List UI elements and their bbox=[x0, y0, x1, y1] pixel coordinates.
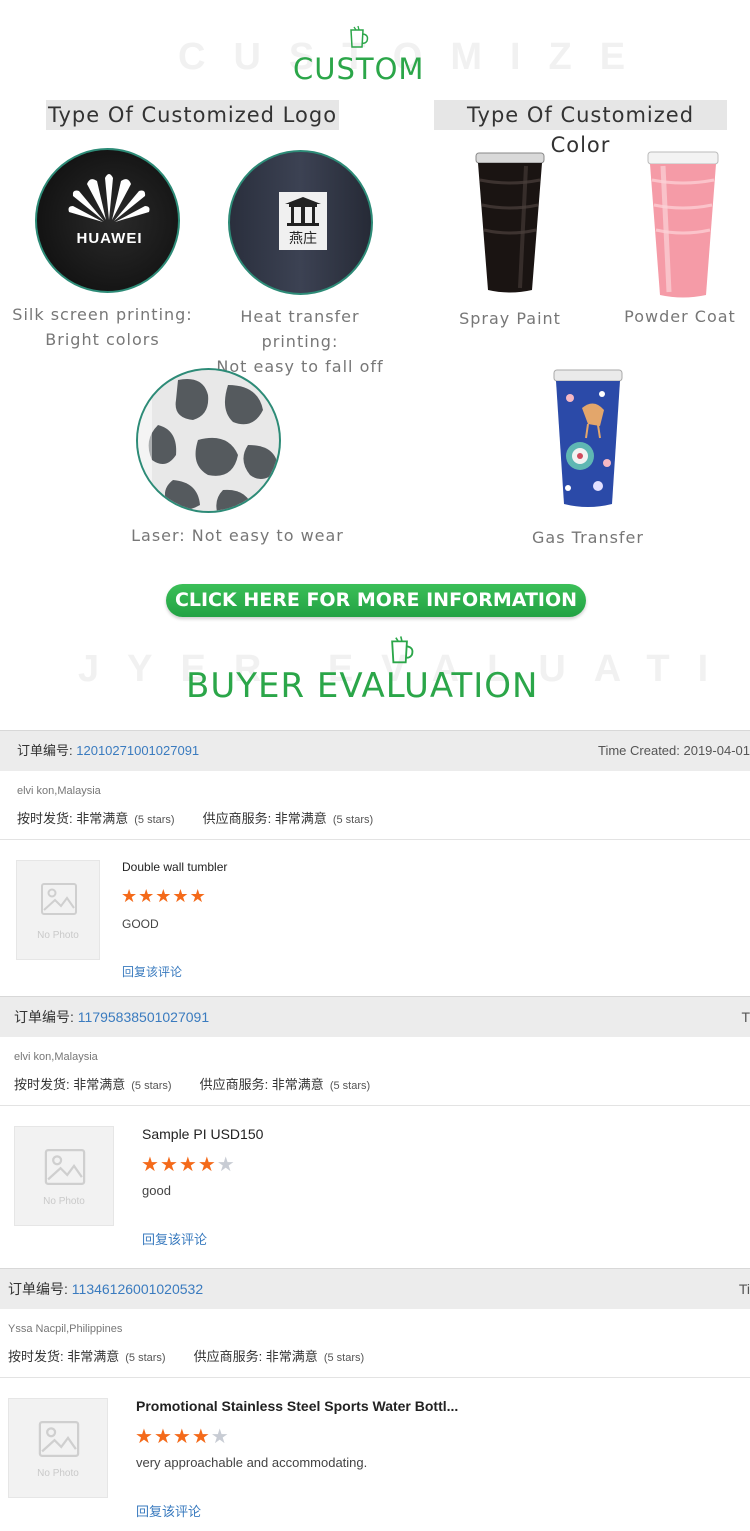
star-filled-icon: ★ bbox=[178, 1154, 198, 1176]
silk-screen-caption: Silk screen printing: Bright colors bbox=[10, 302, 195, 352]
silk-screen-caption-line2: Bright colors bbox=[45, 330, 160, 349]
buyer-name: elvi kon,Malaysia bbox=[14, 1051, 98, 1063]
star-filled-icon: ★ bbox=[159, 1154, 179, 1176]
buyer-evaluation-title: BUYER EVALUATION bbox=[186, 666, 539, 706]
star-filled-icon: ★ bbox=[172, 886, 190, 906]
huawei-logo-icon bbox=[68, 174, 150, 222]
star-empty-icon: ★ bbox=[216, 1154, 236, 1176]
delivery-rating-stars: (5 stars) bbox=[125, 1352, 166, 1364]
silk-screen-sample-image: HUAWEI bbox=[35, 148, 180, 293]
star-filled-icon: ★ bbox=[197, 1154, 217, 1176]
order-label: 订单编号: bbox=[17, 743, 73, 758]
review-header-3: 订单编号: 11346126001020532 Ti bbox=[0, 1268, 750, 1309]
product-title[interactable]: Sample PI USD150 bbox=[142, 1126, 263, 1142]
pavilion-icon bbox=[285, 197, 321, 226]
delivery-rating-stars: (5 stars) bbox=[134, 814, 175, 826]
no-photo-text: No Photo bbox=[37, 930, 79, 941]
more-info-button[interactable]: CLICK HERE FOR MORE INFORMATION bbox=[166, 584, 586, 617]
black-tumbler-image bbox=[475, 152, 545, 293]
delivery-rating-label: 按时发货: 非常满意 bbox=[8, 1349, 120, 1364]
product-photo-placeholder: No Photo bbox=[14, 1126, 114, 1226]
star-filled-icon: ★ bbox=[191, 1426, 211, 1448]
custom-title: CUSTOM bbox=[293, 52, 425, 86]
supplier-ratings: 按时发货: 非常满意 (5 stars) 供应商服务: 非常满意 (5 stars) bbox=[8, 1346, 392, 1365]
supplier-ratings: 按时发货: 非常满意 (5 stars) 供应商服务: 非常满意 (5 stars) bbox=[14, 1074, 398, 1093]
rating-stars: ★★★★★ bbox=[135, 1424, 230, 1449]
product-title[interactable]: Double wall tumbler bbox=[122, 860, 227, 874]
reply-link[interactable]: 回复该评论 bbox=[136, 1501, 201, 1520]
color-type-label: Type Of Customized Color bbox=[434, 100, 727, 157]
star-filled-icon: ★ bbox=[135, 1426, 154, 1448]
rating-stars: ★★★★★ bbox=[121, 886, 207, 907]
order-number-link[interactable]: 12010271001027091 bbox=[76, 743, 199, 758]
laser-caption: Laser: Not easy to wear bbox=[131, 526, 344, 545]
silk-screen-caption-line1: Silk screen printing: bbox=[12, 305, 193, 324]
star-filled-icon: ★ bbox=[189, 886, 207, 906]
heat-transfer-caption: Heat transfer printing: Not easy to fall… bbox=[200, 304, 400, 379]
product-photo-placeholder: No Photo bbox=[16, 860, 100, 960]
service-rating-stars: (5 stars) bbox=[323, 1352, 365, 1364]
heat-transfer-logo: 燕庄 bbox=[279, 192, 327, 250]
pink-tumbler-image bbox=[647, 151, 719, 298]
buyer-name: Yssa Nacpil,Philippines bbox=[8, 1323, 123, 1335]
image-placeholder-icon bbox=[41, 883, 77, 915]
product-title[interactable]: Promotional Stainless Steel Sports Water… bbox=[136, 1398, 458, 1414]
review-header-1: 订单编号: 12010271001027091 Time Created: 20… bbox=[0, 730, 750, 771]
star-filled-icon: ★ bbox=[155, 886, 173, 906]
no-photo-text: No Photo bbox=[43, 1196, 85, 1207]
reply-link[interactable]: 回复该评论 bbox=[142, 1229, 207, 1248]
time-created: Time Created: 2019-04-01 bbox=[598, 743, 750, 758]
star-empty-icon: ★ bbox=[210, 1426, 230, 1448]
star-filled-icon: ★ bbox=[172, 1426, 192, 1448]
buyer-name: elvi kon,Malaysia bbox=[17, 785, 101, 797]
cow-pattern-icon bbox=[138, 370, 278, 511]
supplier-ratings: 按时发货: 非常满意 (5 stars) 供应商服务: 非常满意 (5 stars) bbox=[17, 808, 401, 827]
laser-sample-image bbox=[136, 368, 281, 513]
delivery-rating-stars: (5 stars) bbox=[131, 1080, 172, 1092]
review-comment: good bbox=[142, 1183, 171, 1198]
service-rating-stars: (5 stars) bbox=[332, 814, 374, 826]
star-filled-icon: ★ bbox=[121, 886, 139, 906]
cup-icon bbox=[350, 25, 369, 48]
star-filled-icon: ★ bbox=[141, 1154, 160, 1176]
order-label: 订单编号: bbox=[14, 1009, 74, 1025]
cup-icon bbox=[391, 636, 414, 664]
spray-paint-caption: Spray Paint bbox=[459, 309, 561, 328]
star-filled-icon: ★ bbox=[153, 1426, 173, 1448]
delivery-rating-label: 按时发货: 非常满意 bbox=[14, 1077, 126, 1092]
order-number-link[interactable]: 11795838501027091 bbox=[78, 1009, 209, 1025]
review-header-2: 订单编号: 11795838501027091 T bbox=[0, 996, 750, 1037]
reply-link[interactable]: 回复该评论 bbox=[122, 963, 182, 980]
image-placeholder-icon bbox=[38, 1421, 80, 1457]
delivery-rating-label: 按时发货: 非常满意 bbox=[17, 811, 129, 826]
review-comment: GOOD bbox=[122, 917, 159, 931]
product-photo-placeholder: No Photo bbox=[8, 1398, 108, 1498]
order-label: 订单编号: bbox=[8, 1281, 68, 1297]
review-comment: very approachable and accommodating. bbox=[136, 1455, 368, 1470]
gas-transfer-tumbler-image bbox=[553, 369, 623, 507]
star-filled-icon: ★ bbox=[138, 886, 156, 906]
powder-coat-caption: Powder Coat bbox=[624, 307, 736, 326]
heat-transfer-logo-text: 燕庄 bbox=[289, 231, 317, 247]
divider bbox=[0, 839, 750, 840]
heat-transfer-sample-image: 燕庄 bbox=[228, 150, 373, 295]
divider bbox=[0, 1105, 750, 1106]
rating-stars: ★★★★★ bbox=[141, 1152, 236, 1177]
heat-transfer-caption-line1: Heat transfer printing: bbox=[240, 307, 360, 351]
logo-type-label: Type Of Customized Logo bbox=[46, 100, 339, 130]
no-photo-text: No Photo bbox=[37, 1468, 79, 1479]
divider bbox=[0, 1377, 750, 1378]
huawei-brand-text: HUAWEI bbox=[76, 230, 143, 247]
service-rating-label: 供应商服务: 非常满意 bbox=[202, 811, 327, 826]
service-rating-label: 供应商服务: 非常满意 bbox=[199, 1077, 324, 1092]
time-created: Ti bbox=[738, 1281, 750, 1297]
service-rating-label: 供应商服务: 非常满意 bbox=[193, 1349, 318, 1364]
image-placeholder-icon bbox=[44, 1149, 86, 1185]
gas-transfer-caption: Gas Transfer bbox=[532, 528, 644, 547]
service-rating-stars: (5 stars) bbox=[329, 1080, 371, 1092]
time-created: T bbox=[741, 1009, 750, 1025]
order-number-link[interactable]: 11346126001020532 bbox=[72, 1281, 203, 1297]
